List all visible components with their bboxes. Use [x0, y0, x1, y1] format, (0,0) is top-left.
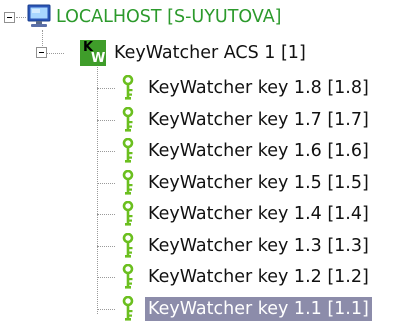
- key-icon: [121, 169, 135, 200]
- tree-connector: [97, 151, 115, 153]
- keywatcher-icon-letter-w: W: [91, 51, 106, 66]
- tree-connector: [16, 17, 26, 19]
- expand-collapse-root-toggle[interactable]: [4, 12, 15, 23]
- tree-connector: [97, 88, 115, 90]
- tree-node-key-label: KeyWatcher key 1.1 [1.1]: [145, 296, 372, 321]
- tree-connector: [97, 182, 115, 185]
- key-icon: [121, 137, 135, 168]
- key-icon: [121, 263, 135, 294]
- tree-connector: [97, 277, 115, 279]
- keywatcher-icon: K W: [80, 40, 106, 66]
- tree-connector: [97, 214, 115, 216]
- tree-node-keywatcher-acs[interactable]: KeyWatcher ACS 1 [1]: [111, 41, 309, 65]
- key-icon: [121, 106, 135, 137]
- computer-icon: [26, 3, 52, 33]
- tree-node-localhost[interactable]: LOCALHOST [S-UYUTOVA]: [53, 5, 285, 29]
- tree-node-key-label: KeyWatcher key 1.2 [1.2]: [148, 267, 369, 287]
- tree-node-key-label: KeyWatcher key 1.4 [1.4]: [148, 204, 369, 224]
- tree-node-key-label: KeyWatcher key 1.6 [1.6]: [148, 141, 369, 161]
- tree-node-key-label: KeyWatcher key 1.7 [1.7]: [148, 109, 369, 130]
- tree-node-key-label: KeyWatcher key 1.8 [1.8]: [148, 78, 369, 98]
- key-icon: [121, 200, 135, 231]
- key-icon: [121, 74, 135, 105]
- tree-connector: [97, 119, 115, 122]
- device-tree: LOCALHOST [S-UYUTOVA] K W KeyWatcher ACS…: [0, 0, 406, 325]
- tree-connector: [97, 245, 115, 248]
- tree-node-key-label: KeyWatcher key 1.3 [1.3]: [148, 235, 369, 256]
- tree-connector: [97, 308, 115, 311]
- key-icon: [121, 232, 135, 263]
- expand-collapse-cabinet-toggle[interactable]: [36, 47, 47, 58]
- key-icon: [121, 295, 135, 326]
- tree-node-key-label: KeyWatcher key 1.5 [1.5]: [148, 172, 369, 193]
